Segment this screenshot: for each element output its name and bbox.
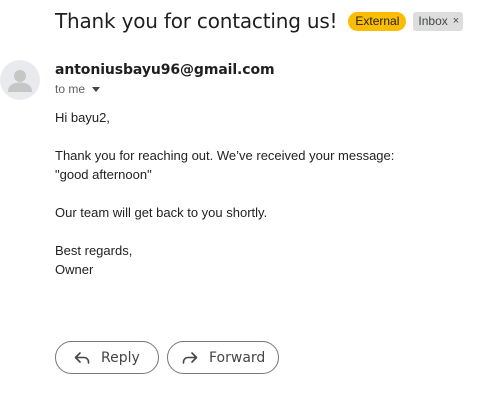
caret-down-icon <box>92 86 101 92</box>
recipient-details-toggle[interactable]: to me <box>55 82 101 96</box>
recipient-label: to me <box>55 82 86 96</box>
reply-button[interactable]: Reply <box>55 341 159 374</box>
forward-button[interactable]: Forward <box>167 341 279 374</box>
body-greeting: Hi bayu2, <box>55 110 110 125</box>
inbox-label[interactable]: Inbox × <box>413 11 464 31</box>
forward-label: Forward <box>209 349 266 366</box>
sender-email[interactable]: antoniusbayu96@gmail.com <box>55 62 275 78</box>
body-line: Our team will get back to you shortly. <box>55 205 268 220</box>
body-line: Thank you for reaching out. We’ve receiv… <box>55 148 395 163</box>
forward-arrow-icon <box>182 351 198 364</box>
email-header: Thank you for contacting us! External In… <box>55 9 480 33</box>
inbox-label-text: Inbox <box>418 13 448 28</box>
reply-label: Reply <box>101 349 140 366</box>
body-closing: Best regards, <box>55 243 133 258</box>
remove-label-icon[interactable]: × <box>453 14 459 29</box>
avatar[interactable] <box>0 60 40 100</box>
reply-arrow-icon <box>74 351 90 364</box>
body-signature: Owner <box>55 262 94 277</box>
person-icon <box>8 70 32 92</box>
external-label: External <box>348 11 407 31</box>
email-subject: Thank you for contacting us! <box>55 9 338 33</box>
email-body: Hi bayu2, Thank you for reaching out. We… <box>55 108 394 279</box>
body-line: "good afternoon" <box>55 167 152 182</box>
